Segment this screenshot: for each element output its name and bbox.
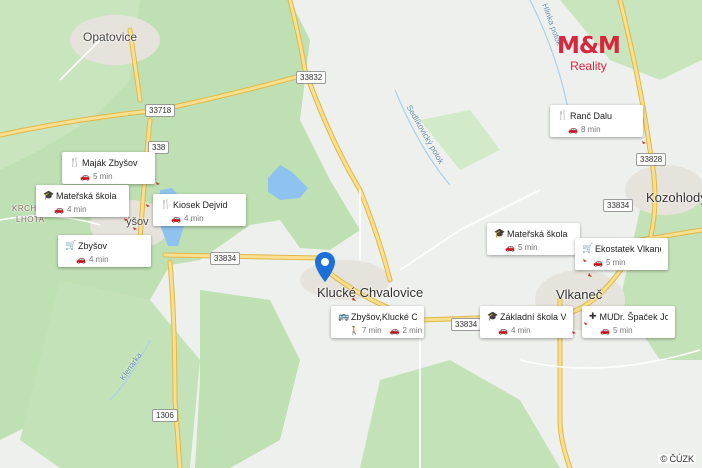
poi-time: 4 min [88, 255, 109, 264]
car-icon: 🚗 [498, 326, 508, 335]
road-number-shield: 33718 [145, 104, 176, 117]
car-icon: 🚗 [76, 255, 86, 264]
poi-time: 4 min [183, 214, 204, 223]
walk-icon: 🚶 [349, 326, 359, 335]
place-label-opatovice: Opatovice [83, 30, 138, 44]
poi-name: Mateřská škola [507, 228, 568, 239]
poi-card[interactable]: 🛒 Zbyšov 🚗 4 min [58, 235, 151, 267]
copyright-attribution: © ČÚZK [658, 454, 696, 464]
road-number-shield: 1306 [152, 409, 178, 422]
poi-name: Zbyšov,Klucké Ch... [351, 311, 417, 322]
poi-time: 4 min [66, 205, 87, 214]
poi-name: MUDr. Špaček Jos... [599, 311, 668, 322]
car-icon: 🚗 [593, 258, 603, 267]
poi-card[interactable]: 🍴 Kiosek Dejvid 🚗 4 min [153, 194, 246, 226]
medical-icon: ✚ [589, 311, 597, 321]
cart-icon: 🛒 [582, 243, 594, 253]
brand-logo-subtext: Reality [570, 59, 607, 73]
poi-name: Maják Zbyšov [82, 157, 138, 168]
poi-name: Základní škola Vl... [500, 311, 566, 322]
fork-knife-icon: 🍴 [557, 110, 569, 120]
poi-name: Mateřská škola [56, 190, 117, 201]
poi-time: 8 min [580, 125, 601, 134]
road-number-shield: 33834 [603, 199, 634, 212]
place-label-zbysov: ýšov [126, 216, 149, 228]
poi-time: 2 min [402, 326, 423, 335]
poi-card[interactable]: ✚MUDr. Špaček Jos... 🚗5 min [582, 306, 675, 338]
poi-time: 7 min [361, 326, 382, 335]
school-icon: 🎓 [43, 190, 55, 200]
place-label-vlkanec: Vlkaneč [556, 287, 603, 302]
road-number-shield: 33832 [296, 71, 327, 84]
poi-time: 5 min [605, 258, 626, 267]
car-icon: 🚗 [600, 326, 610, 335]
poi-card[interactable]: 🍴 Ranč Dalu 🚗 8 min [550, 105, 643, 137]
poi-card[interactable]: 🚌Zbyšov,Klucké Ch... 🚶7 min 🚗2 min [331, 306, 424, 338]
poi-name: Kiosek Dejvid [173, 199, 228, 210]
poi-name: Zbyšov [78, 240, 108, 251]
location-pin-icon[interactable] [313, 251, 337, 288]
brand-logo: M&M Reality [557, 33, 621, 73]
car-icon: 🚗 [80, 172, 90, 181]
brand-logo-text: M&M [557, 33, 621, 59]
school-icon: 🎓 [494, 228, 506, 238]
place-label-kozohlody: Kozohlody [646, 190, 702, 205]
poi-card[interactable]: 🎓 Mateřská škola 🚗 4 min [36, 185, 129, 217]
poi-name: Ranč Dalu [570, 110, 613, 121]
poi-name: Ekostatek Vlkaneč [595, 243, 661, 254]
fork-knife-icon: 🍴 [69, 157, 81, 167]
map-view[interactable]: Opatovice KRCHLEBY LHOTA ýšov Klucké Chv… [0, 0, 702, 468]
fork-knife-icon: 🍴 [160, 199, 172, 209]
poi-time: 5 min [517, 243, 538, 252]
road-number-shield: 33834 [210, 252, 241, 265]
poi-time: 4 min [510, 326, 531, 335]
cart-icon: 🛒 [65, 240, 77, 250]
car-icon: 🚗 [54, 205, 64, 214]
poi-card[interactable]: 🎓Základní škola Vl... 🚗4 min [480, 306, 573, 338]
school-icon: 🎓 [487, 311, 499, 321]
poi-card[interactable]: 🛒Ekostatek Vlkaneč 🚗5 min [575, 238, 668, 270]
forest-area [195, 290, 300, 468]
forest-area [360, 360, 560, 468]
car-icon: 🚗 [505, 243, 515, 252]
bus-icon: 🚌 [338, 311, 350, 321]
car-icon: 🚗 [171, 214, 181, 223]
car-icon: 🚗 [389, 326, 400, 335]
road-number-shield: 33828 [636, 153, 667, 166]
poi-card[interactable]: 🍴 Maják Zbyšov 🚗 5 min [62, 152, 155, 184]
road-number-shield: 33834 [451, 318, 482, 331]
car-icon: 🚗 [568, 125, 578, 134]
poi-time: 5 min [92, 172, 113, 181]
poi-time: 5 min [612, 326, 633, 335]
poi-card[interactable]: 🎓 Mateřská škola 🚗 5 min [487, 223, 580, 255]
